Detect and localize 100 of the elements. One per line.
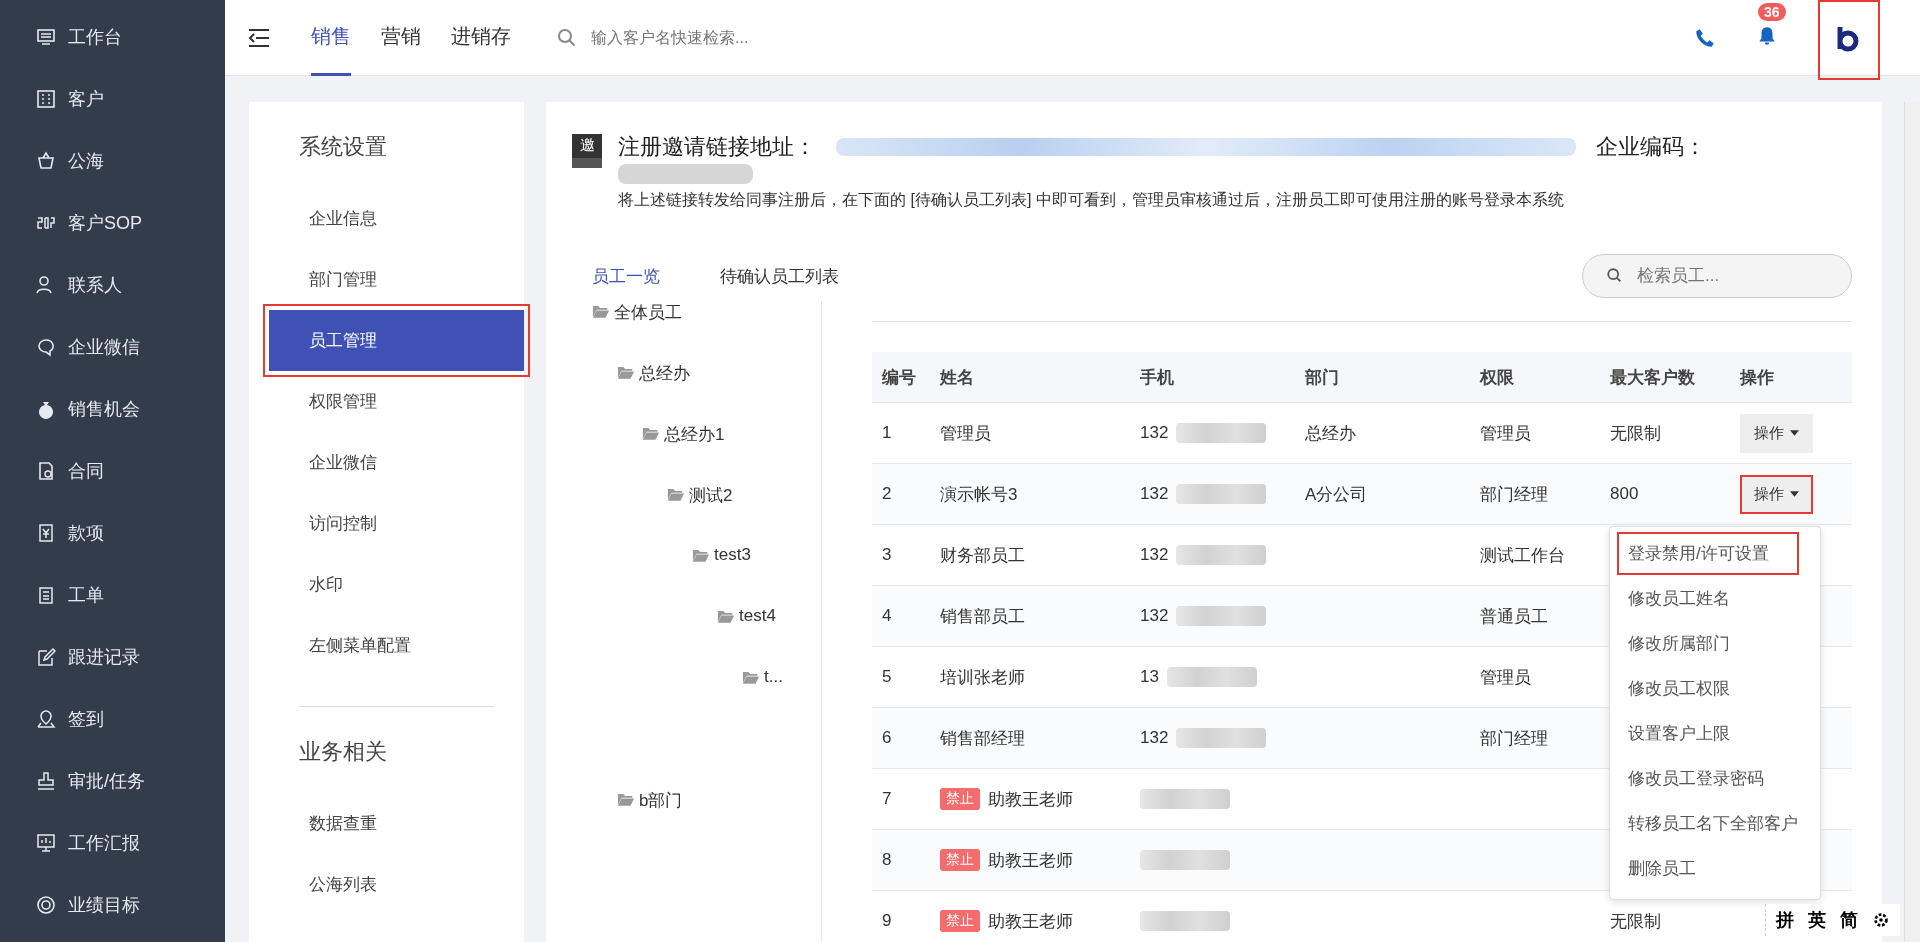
menu-item[interactable]: 登录禁用/许可设置 (1616, 531, 1800, 576)
column-header: 姓名 (938, 366, 975, 389)
table-cell: 5 (882, 667, 892, 687)
settings-menu-item[interactable]: 公海列表 (269, 854, 524, 915)
table-cell-text: 演示帐号3 (940, 483, 1018, 506)
document-icon (36, 461, 56, 481)
tree-node[interactable]: 全体员工 (614, 301, 682, 324)
table-cell: 132 (1140, 728, 1169, 748)
table-cell: 132 (1140, 423, 1169, 443)
tree-node[interactable]: 总经办 (639, 362, 690, 385)
sidebar-item[interactable]: 公海 (0, 130, 225, 192)
table-cell: 4 (882, 606, 892, 626)
table-cell-text: 助教王老师 (988, 849, 1073, 872)
settings-menu-item[interactable]: 企业信息 (269, 188, 524, 249)
sidebar-item[interactable]: 工作汇报 (0, 812, 225, 874)
menu-item[interactable]: 转移员工名下全部客户 (1610, 801, 1820, 846)
menu-item[interactable]: 修改员工登录密码 (1610, 756, 1820, 801)
sidebar-item[interactable]: 销售机会 (0, 378, 225, 440)
sidebar-item[interactable]: 业绩目标 (0, 874, 225, 936)
tree-node[interactable]: 总经办1 (664, 423, 725, 446)
sidebar-item[interactable]: 合同 (0, 440, 225, 502)
table-cell-text: 管理员 (940, 422, 991, 445)
table-cell: 8 (882, 850, 892, 870)
sidebar-item[interactable]: 签到 (0, 688, 225, 750)
table-cell: 7 (882, 789, 892, 809)
monitor-icon (36, 27, 56, 47)
settings-menu-item[interactable]: 左侧菜单配置 (269, 615, 524, 676)
menu-item[interactable]: 修改所属部门 (1610, 621, 1820, 666)
menu-item[interactable]: 设置客户上限 (1610, 711, 1820, 756)
sidebar-item[interactable]: 工单 (0, 564, 225, 626)
settings-menu-item[interactable]: 企业微信 (269, 432, 524, 493)
sidebar-item[interactable]: 款项 (0, 502, 225, 564)
nav-tab[interactable]: 营销 (381, 0, 421, 76)
sidebar-item[interactable]: 客户SOP (0, 192, 225, 254)
tree-node[interactable]: test4 (739, 606, 776, 626)
column-header: 操作 (1738, 366, 1775, 389)
search-icon (557, 27, 577, 48)
tab[interactable]: 待确认员工列表 (720, 264, 839, 288)
table-cell-text: 助教王老师 (988, 788, 1073, 811)
sidebar-item[interactable]: 工作台 (0, 6, 225, 68)
phone-icon[interactable] (1694, 26, 1716, 49)
tab[interactable]: 员工一览 (592, 264, 660, 288)
table-cell-text: 培训张老师 (940, 666, 1025, 689)
tree-node[interactable]: t... (764, 667, 783, 687)
sidebar-item[interactable]: 审批/任务 (0, 750, 225, 812)
action-dropdown-button[interactable]: 操作 (1740, 474, 1813, 514)
settings-menu-item[interactable]: 员工管理 (269, 310, 524, 371)
status-badge: 禁止 (940, 910, 980, 932)
folder-icon (742, 670, 760, 685)
sidebar-item[interactable]: 企业微信 (0, 316, 225, 378)
action-dropdown-button[interactable]: 操作 (1740, 413, 1813, 453)
status-badge: 禁止 (940, 849, 980, 871)
ime-key[interactable]: 简 (1840, 908, 1858, 932)
table-cell: 132 (1140, 545, 1169, 565)
column-header: 手机 (1139, 366, 1175, 389)
tree-node[interactable]: 测试2 (689, 484, 733, 507)
menu-item[interactable]: 修改员工权限 (1610, 666, 1820, 711)
target-icon (36, 895, 56, 915)
menu-item[interactable]: 删除员工 (1610, 846, 1820, 891)
ime-key[interactable]: 拼 (1776, 908, 1794, 932)
column-header: 编号 (881, 366, 917, 389)
sidebar-item[interactable]: 跟进记录 (0, 626, 225, 688)
table-cell-text: A分公司 (1305, 483, 1368, 506)
company-code-label: 企业编码： (1596, 133, 1706, 161)
table-cell-text: 部门经理 (1480, 483, 1548, 506)
settings-menu-item[interactable]: 权限管理 (269, 371, 524, 432)
tree-node[interactable]: test3 (714, 545, 751, 565)
sidebar-item[interactable]: 联系人 (0, 254, 225, 316)
table-cell-text: 助教王老师 (988, 910, 1073, 933)
employee-search-field[interactable]: 检索员工... (1582, 254, 1852, 298)
folder-icon (592, 304, 610, 319)
column-header: 权限 (1478, 366, 1515, 389)
folder-icon (642, 426, 660, 441)
ime-key[interactable]: 英 (1808, 908, 1826, 932)
table-cell: 132 (1140, 484, 1169, 504)
status-badge: 禁止 (940, 788, 980, 810)
tree-node[interactable]: b部门 (639, 789, 683, 812)
menu-item[interactable]: 修改员工姓名 (1610, 576, 1820, 621)
folder-icon (617, 365, 635, 380)
table-cell-text: 销售部员工 (940, 605, 1025, 628)
notification-count: 36 (1758, 2, 1786, 21)
bell-icon[interactable] (1756, 24, 1778, 47)
nav-tab[interactable]: 进销存 (451, 0, 511, 76)
table-cell: 2 (882, 484, 892, 504)
nav-tab[interactable]: 销售 (311, 0, 351, 76)
settings-menu-item[interactable]: 访问控制 (269, 493, 524, 554)
table-cell: 3 (882, 545, 892, 565)
table-cell: 9 (882, 911, 892, 931)
table-cell-text: 管理员 (1480, 666, 1531, 689)
stamp-icon (36, 771, 56, 791)
invite-link-label: 注册邀请链接地址： (618, 133, 816, 161)
building-icon (36, 89, 56, 109)
settings-menu-item[interactable]: 水印 (269, 554, 524, 615)
folder-icon (717, 609, 735, 624)
menu-collapse-icon[interactable] (247, 27, 271, 48)
scrollbar[interactable] (1904, 102, 1920, 942)
settings-menu-item[interactable]: 部门管理 (269, 249, 524, 310)
sidebar-item[interactable]: 客户 (0, 68, 225, 130)
section-title: 系统设置 (298, 133, 388, 161)
settings-menu-item[interactable]: 数据查重 (269, 793, 524, 854)
